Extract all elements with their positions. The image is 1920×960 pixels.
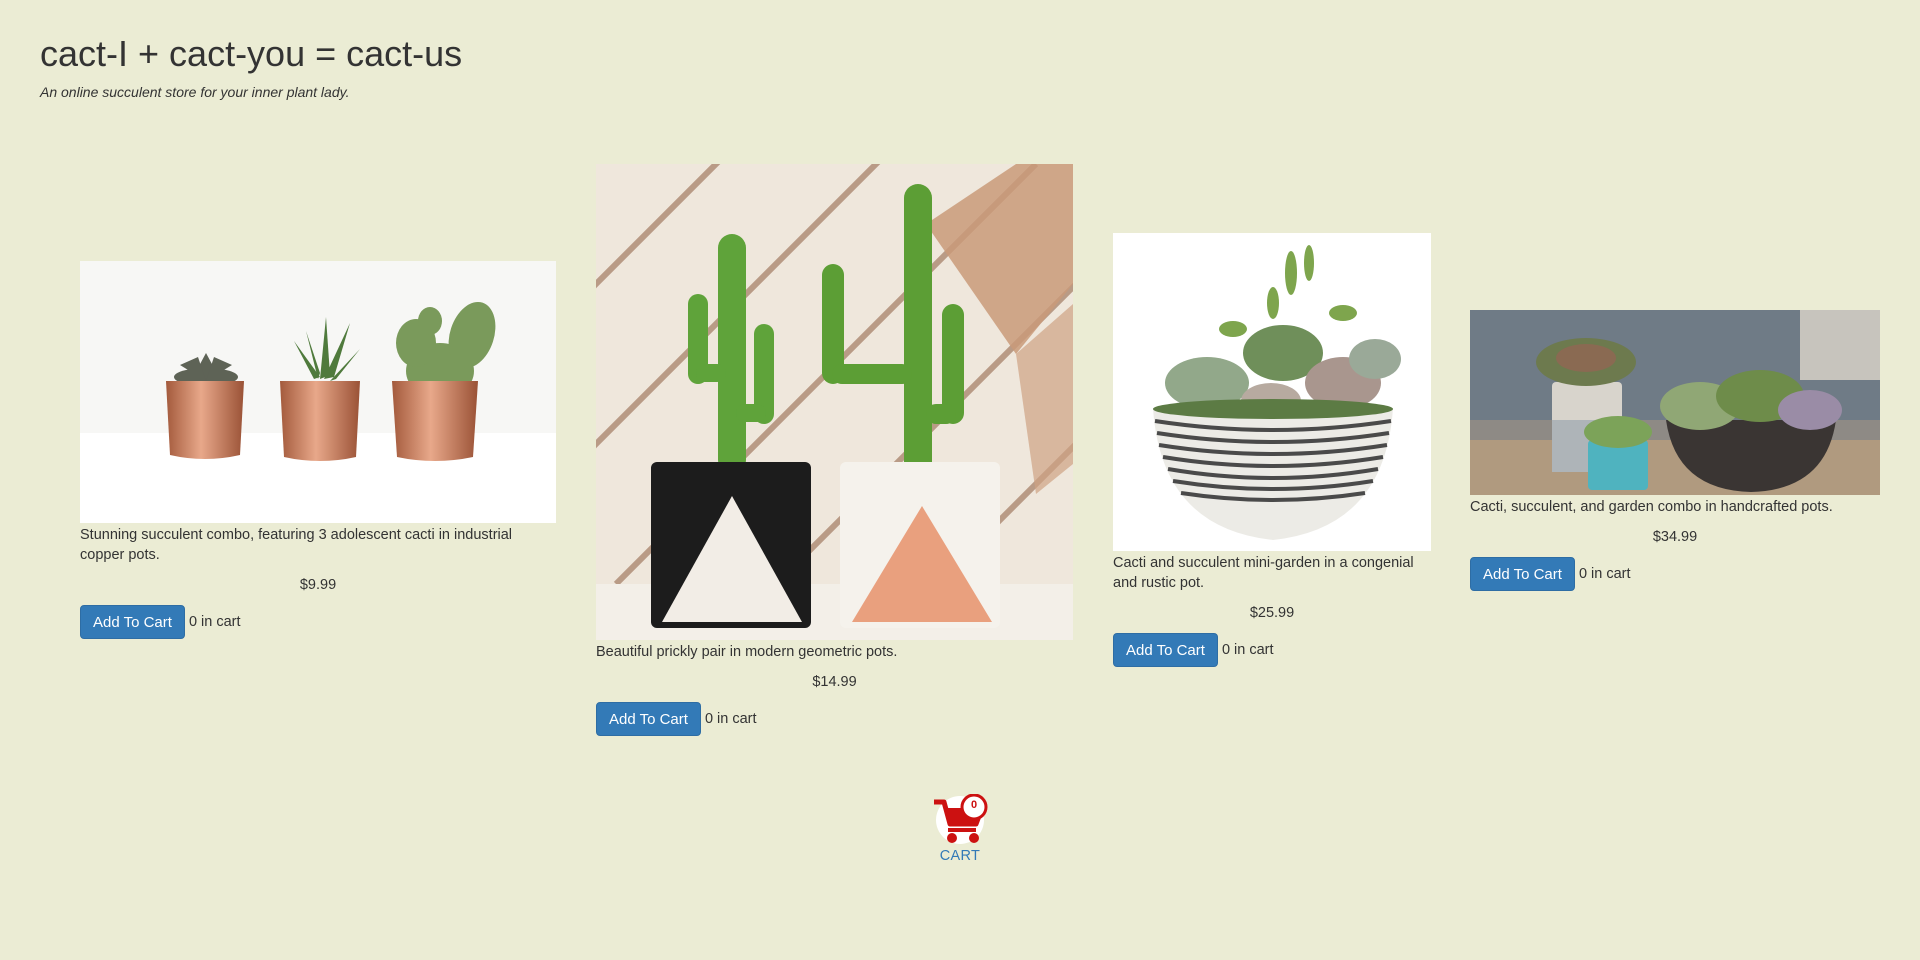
in-cart-label: in cart	[1591, 566, 1631, 582]
product-price: $25.99	[1249, 605, 1295, 621]
add-to-cart-button[interactable]: Add To Cart	[596, 702, 701, 736]
product-description: Stunning succulent combo, featuring 3 ad…	[80, 527, 513, 563]
site-tagline: An online succulent store for your inner…	[40, 84, 350, 100]
in-cart-label: in cart	[1234, 642, 1274, 658]
cart-count-badge: 0	[970, 799, 978, 811]
in-cart-status: 0 in cart	[1222, 642, 1274, 658]
product-description: Beautiful prickly pair in modern geometr…	[596, 644, 898, 660]
in-cart-label: in cart	[201, 614, 241, 630]
in-cart-label: in cart	[717, 711, 757, 727]
product-price: $9.99	[299, 577, 337, 593]
product-card: Cacti, succulent, and garden combo in ha…	[1470, 310, 1880, 591]
site-header: cact-I + cact-you = cact-us An online su…	[40, 30, 462, 100]
in-cart-count: 0	[1578, 566, 1588, 582]
product-price: $14.99	[812, 674, 857, 690]
product-image	[596, 164, 1073, 640]
cart-label[interactable]: CART	[930, 848, 990, 864]
product-card: Stunning succulent combo, featuring 3 ad…	[80, 261, 556, 639]
mini-garden-rustic-pot-photo	[1113, 233, 1431, 551]
in-cart-count: 0	[704, 711, 714, 727]
product-image	[1470, 310, 1880, 495]
add-to-cart-button[interactable]: Add To Cart	[80, 605, 185, 639]
three-cacti-copper-pots-photo	[80, 261, 556, 523]
prickly-pair-geometric-pots-photo	[596, 164, 1073, 640]
product-description: Cacti, succulent, and garden combo in ha…	[1470, 499, 1833, 515]
product-image	[80, 261, 556, 523]
in-cart-status: 0 in cart	[705, 711, 757, 727]
in-cart-status: 0 in cart	[189, 614, 241, 630]
product-price: $34.99	[1652, 529, 1698, 545]
product-description: Cacti and succulent mini-garden in a con…	[1113, 555, 1414, 591]
product-image	[1113, 233, 1431, 551]
in-cart-count: 0	[188, 614, 198, 630]
site-title: cact-I + cact-you = cact-us	[40, 33, 463, 74]
cart-link[interactable]: 0 CART	[930, 793, 990, 864]
in-cart-count: 0	[1221, 642, 1231, 658]
garden-combo-handcrafted-pots-photo	[1470, 310, 1880, 495]
product-card: Cacti and succulent mini-garden in a con…	[1113, 233, 1431, 667]
add-to-cart-button[interactable]: Add To Cart	[1113, 633, 1218, 667]
add-to-cart-button[interactable]: Add To Cart	[1470, 557, 1575, 591]
product-card: Beautiful prickly pair in modern geometr…	[596, 164, 1073, 736]
in-cart-status: 0 in cart	[1579, 566, 1631, 582]
shopping-cart-icon[interactable]: 0	[932, 793, 988, 846]
